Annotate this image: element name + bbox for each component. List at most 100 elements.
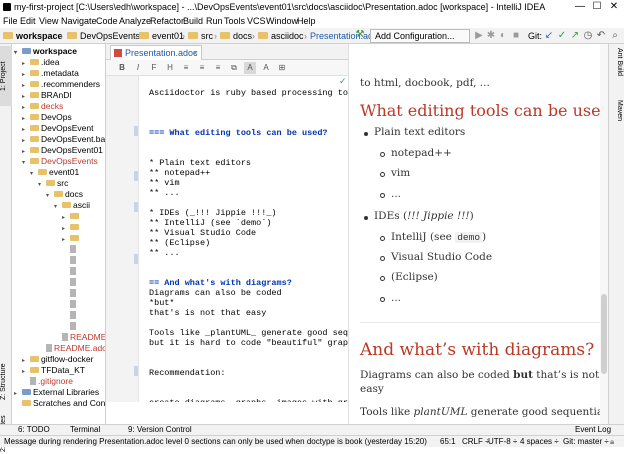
menu-code[interactable]: Code: [96, 14, 118, 28]
project-tool-tab[interactable]: 1: Project: [0, 46, 12, 106]
todo-tool-tab[interactable]: 6: TODO: [18, 425, 50, 435]
file-encoding[interactable]: UTF-8 ÷: [488, 436, 517, 447]
git-push-icon[interactable]: ↗: [570, 31, 580, 41]
structure-tool-tab[interactable]: Z: Structure: [0, 362, 12, 402]
layout-toggle-button[interactable]: ⊞: [276, 62, 288, 74]
fold-marker[interactable]: [134, 171, 138, 181]
code-line[interactable]: but it is hard to code "beautiful" graph: [149, 338, 348, 348]
fold-marker[interactable]: [134, 366, 138, 376]
project-tree-item[interactable]: [62, 288, 78, 299]
project-tree-item[interactable]: ▾ DevOpsEvents: [22, 156, 98, 167]
code-line[interactable]: ** ...: [149, 248, 180, 258]
bold-button[interactable]: B: [116, 62, 128, 74]
code-line[interactable]: ** ...: [149, 188, 180, 198]
code-line[interactable]: ** notepad++: [149, 168, 210, 178]
debug-icon[interactable]: ✱: [486, 31, 496, 41]
revert-icon[interactable]: ↶: [596, 31, 606, 41]
code-line[interactable]: === What editing tools can be used?: [149, 128, 328, 138]
caret-position[interactable]: 65:1: [440, 436, 456, 447]
project-tree-item[interactable]: ▸ BRAnDI: [22, 90, 72, 101]
breadcrumb-docs[interactable]: docs: [220, 28, 252, 44]
monospace-button[interactable]: F: [148, 62, 160, 74]
menu-navigate[interactable]: Navigate: [61, 14, 97, 28]
menu-refactor[interactable]: Refactor: [150, 14, 184, 28]
chevron-down-icon[interactable]: ▾: [38, 180, 46, 191]
project-tree-item[interactable]: ▸ gitflow-docker: [22, 354, 93, 365]
lock-icon[interactable]: 🔒︎: [610, 436, 614, 447]
menu-analyze[interactable]: Analyze: [119, 14, 151, 28]
chevron-down-icon[interactable]: ▾: [54, 202, 62, 213]
chevron-down-icon[interactable]: ▾: [22, 158, 30, 169]
menu-vcs[interactable]: VCS: [247, 14, 266, 28]
chevron-down-icon[interactable]: ▾: [14, 48, 22, 59]
breadcrumb-src[interactable]: src: [188, 28, 213, 44]
stop-icon[interactable]: ■: [511, 31, 521, 41]
project-tree-item[interactable]: ▸ DevOpsEvent: [22, 123, 93, 134]
project-tree-item[interactable]: ▸ .recommenders: [22, 79, 100, 90]
history-icon[interactable]: ◷: [583, 31, 593, 41]
project-tree-item[interactable]: ▸ TFData_KT: [22, 365, 85, 376]
menu-file[interactable]: File: [3, 14, 18, 28]
project-tree-item[interactable]: [62, 299, 78, 310]
project-tree-item[interactable]: README.ad: [54, 332, 105, 343]
project-tree-item[interactable]: ▸ decks: [22, 101, 63, 112]
indent-setting[interactable]: 4 spaces ÷: [520, 436, 559, 447]
project-tree-item[interactable]: Scratches and Console: [14, 398, 105, 409]
font-size-button[interactable]: A: [260, 62, 272, 74]
project-tree-item[interactable]: ▸DevOpsEvent.backu: [22, 134, 105, 145]
project-tree-item[interactable]: ▾ src: [38, 178, 68, 189]
build-hammer-icon[interactable]: ⚒: [355, 30, 365, 40]
code-line[interactable]: ** (Eclipse): [149, 238, 210, 248]
code-line[interactable]: that's is not that easy: [149, 308, 266, 318]
project-tree-item[interactable]: ▸ DevOps: [22, 112, 72, 123]
menu-view[interactable]: View: [39, 14, 58, 28]
project-tree-item[interactable]: [62, 244, 78, 255]
code-line[interactable]: *but*: [149, 298, 175, 308]
terminal-tool-tab[interactable]: Terminal: [70, 425, 100, 435]
coverage-icon[interactable]: ◐: [498, 31, 508, 41]
breadcrumb-workspace[interactable]: workspace: [3, 28, 63, 44]
run-configuration-dropdown[interactable]: Add Configuration...: [370, 29, 470, 43]
project-tree-item[interactable]: ▸ .idea: [22, 57, 59, 68]
git-commit-icon[interactable]: ✓: [557, 31, 567, 41]
code-editor[interactable]: Asciidoctor is ruby based processing too…: [139, 76, 348, 402]
code-line[interactable]: Diagrams can also be coded: [149, 288, 282, 298]
project-tree-item[interactable]: ▸: [62, 233, 81, 244]
close-tab-icon[interactable]: ×: [193, 46, 198, 60]
font-button[interactable]: A: [244, 62, 256, 74]
project-tree-item[interactable]: [62, 310, 78, 321]
table-button[interactable]: ≡: [212, 62, 224, 74]
project-tree-item[interactable]: ▾ workspace: [14, 46, 77, 57]
search-icon[interactable]: ⌕: [610, 31, 620, 41]
code-line[interactable]: Asciidoctor is ruby based processing too: [149, 88, 348, 98]
fold-marker[interactable]: [134, 202, 138, 212]
link-button[interactable]: ⧉: [228, 62, 240, 74]
fold-marker[interactable]: [134, 254, 138, 264]
list-button[interactable]: ≡: [180, 62, 192, 74]
project-tree-item[interactable]: ▸ .metadata: [22, 68, 79, 79]
menu-build[interactable]: Build: [183, 14, 203, 28]
close-window-button[interactable]: ✕: [606, 0, 622, 14]
project-tree-item[interactable]: ▸: [62, 222, 81, 233]
menu-help[interactable]: Help: [297, 14, 316, 28]
code-line[interactable]: == And what's with diagrams?: [149, 278, 292, 288]
project-tree-item[interactable]: [62, 277, 78, 288]
project-tree-item[interactable]: .gitignore: [22, 376, 73, 387]
code-line[interactable]: ** Visual Studio Code: [149, 228, 256, 238]
project-tree-item[interactable]: ▾ docs: [46, 189, 83, 200]
status-message[interactable]: Message during rendering Presentation.ad…: [4, 436, 427, 447]
git-update-icon[interactable]: ↙: [544, 31, 554, 41]
code-line[interactable]: Tools like _plantUML_ generate good sequ: [149, 328, 348, 338]
scrollbar-thumb[interactable]: [601, 294, 607, 374]
project-tree-item[interactable]: ▸ External Libraries: [14, 387, 99, 398]
project-tree-item[interactable]: README.adoc: [38, 343, 105, 354]
preview-scrollbar[interactable]: [600, 44, 608, 424]
italic-button[interactable]: I: [132, 62, 144, 74]
project-tree-item[interactable]: ▾ ascii: [54, 200, 90, 211]
project-tree-item[interactable]: [62, 266, 78, 277]
heading-button[interactable]: H: [164, 62, 176, 74]
ant-build-tool-tab[interactable]: Ant Build: [611, 48, 623, 94]
breadcrumb-presentation[interactable]: Presentation.ado: [310, 28, 378, 44]
event-log-tool-tab[interactable]: Event Log: [575, 425, 611, 435]
code-line[interactable]: ** vim: [149, 178, 180, 188]
